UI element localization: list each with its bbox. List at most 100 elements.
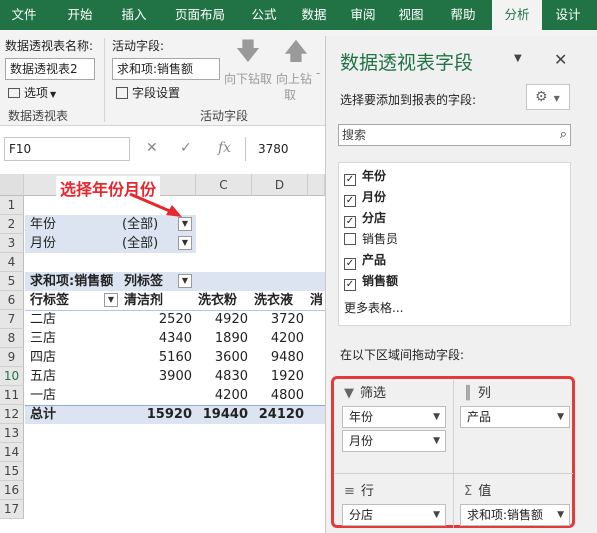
checkbox-checked-icon[interactable]: ✓ bbox=[344, 216, 356, 228]
formula-value[interactable]: 3780 bbox=[258, 142, 289, 156]
tab-file[interactable]: 文件 bbox=[0, 0, 48, 30]
filter-month-dropdown[interactable]: ▼ bbox=[178, 236, 192, 250]
select-all-corner[interactable] bbox=[0, 174, 24, 196]
drill-up-button[interactable]: 🡅 bbox=[276, 38, 316, 64]
table-cell: 4800 bbox=[270, 388, 304, 403]
row-header[interactable]: 16 bbox=[0, 481, 24, 500]
pivot-name-label: 数据透视表名称: bbox=[5, 39, 94, 53]
field-search-input[interactable]: 搜索 ⌕ bbox=[338, 124, 571, 146]
row-header[interactable]: 11 bbox=[0, 386, 24, 405]
row-header[interactable]: 14 bbox=[0, 443, 24, 462]
table-cell: 3720 bbox=[270, 312, 304, 327]
annotation-label: 选择年份月份 bbox=[56, 176, 161, 200]
col-header-e[interactable] bbox=[308, 174, 325, 196]
value-chip-sum-sales[interactable]: 求和项:销售额 ▼ bbox=[460, 504, 570, 526]
pane-options-icon[interactable]: ▼ bbox=[514, 53, 522, 64]
tab-formulas[interactable]: 公式 bbox=[242, 0, 286, 30]
table-cell: 2520 bbox=[158, 312, 192, 327]
product-header: 消 bbox=[310, 293, 324, 308]
filter-chip-year[interactable]: 年份 ▼ bbox=[342, 406, 446, 428]
row-header[interactable]: 3 bbox=[0, 234, 24, 253]
enter-icon[interactable]: ✓ bbox=[180, 140, 192, 156]
chevron-down-icon[interactable]: ▼ bbox=[433, 431, 440, 451]
row-labels-dropdown[interactable]: ▼ bbox=[104, 293, 118, 307]
field-settings-label: 字段设置 bbox=[132, 86, 181, 100]
row-chip-store[interactable]: 分店 ▼ bbox=[342, 504, 446, 526]
column-chip-product[interactable]: 产品 ▼ bbox=[460, 406, 570, 428]
field-item-sales[interactable]: ✓ 销售额 bbox=[344, 272, 399, 291]
filter-year-dropdown[interactable]: ▼ bbox=[178, 217, 192, 231]
tab-insert[interactable]: 插入 bbox=[112, 0, 156, 30]
rows-icon: ≡ bbox=[344, 484, 355, 499]
checkbox-checked-icon[interactable]: ✓ bbox=[344, 279, 356, 291]
field-label: 年份 bbox=[362, 169, 387, 183]
column-labels-dropdown[interactable]: ▼ bbox=[178, 274, 192, 288]
row-header[interactable]: 5 bbox=[0, 272, 24, 291]
tab-view[interactable]: 视图 bbox=[390, 0, 432, 30]
row-header[interactable]: 13 bbox=[0, 424, 24, 443]
chevron-down-icon[interactable]: ▼ bbox=[557, 407, 564, 427]
field-item-store[interactable]: ✓ 分店 bbox=[344, 209, 386, 228]
col-header-c[interactable]: C bbox=[196, 174, 252, 196]
sum-field-label: 求和项:销售额 bbox=[30, 274, 114, 289]
cancel-icon[interactable]: ✕ bbox=[146, 140, 158, 156]
row-header[interactable]: 8 bbox=[0, 329, 24, 348]
chip-label: 分店 bbox=[349, 508, 374, 522]
close-icon[interactable]: ✕ bbox=[554, 50, 567, 69]
field-settings-button[interactable]: 字段设置 bbox=[116, 84, 180, 101]
tab-data[interactable]: 数据 bbox=[292, 0, 336, 30]
active-field-input[interactable]: 求和项:销售额 bbox=[112, 58, 220, 80]
row-header-active[interactable]: 10 bbox=[0, 367, 24, 386]
values-zone-header: Σ值 bbox=[464, 480, 491, 499]
pivot-field-pane: 数据透视表字段 ▼ ✕ 选择要添加到报表的字段: ⚙ ▼ 搜索 ⌕ ✓ 年份 ✓ 月份… bbox=[325, 36, 597, 533]
chip-label: 产品 bbox=[467, 410, 492, 424]
column-labels-header: 列标签 bbox=[124, 274, 164, 289]
field-item-salesperson[interactable]: 销售员 bbox=[344, 230, 398, 248]
options-button[interactable]: 选项 ▼ bbox=[8, 84, 56, 101]
row-header[interactable]: 15 bbox=[0, 462, 24, 481]
chip-label: 月份 bbox=[349, 434, 374, 448]
pivot-name-input[interactable]: 数据透视表2 bbox=[5, 58, 95, 80]
row-header[interactable]: 12 bbox=[0, 405, 24, 424]
chevron-down-icon: ▼ bbox=[553, 94, 560, 103]
filter-month-label: 月份 bbox=[30, 236, 57, 251]
field-item-month[interactable]: ✓ 月份 bbox=[344, 188, 386, 207]
row-header[interactable]: 7 bbox=[0, 310, 24, 329]
chevron-down-icon[interactable]: ▼ bbox=[433, 407, 440, 427]
field-label: 销售额 bbox=[362, 274, 399, 288]
tab-design[interactable]: 设计 bbox=[546, 0, 590, 30]
table-cell: 4830 bbox=[214, 369, 248, 384]
field-item-year[interactable]: ✓ 年份 bbox=[344, 167, 387, 186]
chevron-down-icon[interactable]: ▼ bbox=[557, 505, 564, 525]
drill-down-button[interactable]: 🡇 bbox=[228, 38, 268, 64]
collapse-button[interactable]: - bbox=[316, 66, 320, 80]
row-header[interactable]: 2 bbox=[0, 215, 24, 234]
row-header[interactable]: 17 bbox=[0, 500, 24, 519]
more-tables-link[interactable]: 更多表格... bbox=[344, 299, 403, 316]
checkbox-checked-icon[interactable]: ✓ bbox=[344, 195, 356, 207]
field-label: 销售员 bbox=[362, 232, 399, 246]
tab-review[interactable]: 审阅 bbox=[342, 0, 384, 30]
row-header[interactable]: 6 bbox=[0, 291, 24, 310]
row-header[interactable]: 1 bbox=[0, 196, 24, 215]
checkbox-checked-icon[interactable]: ✓ bbox=[344, 174, 356, 186]
tab-analyze[interactable]: 分析 bbox=[492, 0, 542, 30]
row-header[interactable]: 4 bbox=[0, 253, 24, 272]
tab-home[interactable]: 开始 bbox=[56, 0, 104, 30]
tab-page-layout[interactable]: 页面布局 bbox=[164, 0, 236, 30]
row-header[interactable]: 9 bbox=[0, 348, 24, 367]
tab-help[interactable]: 帮助 bbox=[440, 0, 486, 30]
sheet-grid[interactable]: B C D 1 2 3 4 5 6 7 8 9 10 11 12 13 14 1… bbox=[0, 174, 325, 533]
table-cell: 3900 bbox=[158, 369, 192, 384]
col-header-d[interactable]: D bbox=[252, 174, 308, 196]
group-pivottable-label: 数据透视表 bbox=[8, 109, 69, 123]
group-active-field-label: 活动字段 bbox=[200, 109, 249, 123]
chevron-down-icon[interactable]: ▼ bbox=[433, 505, 440, 525]
fx-icon[interactable]: fx bbox=[218, 140, 231, 156]
pane-settings-button[interactable]: ⚙ ▼ bbox=[526, 84, 570, 110]
checkbox-unchecked-icon[interactable] bbox=[344, 233, 356, 245]
filter-chip-month[interactable]: 月份 ▼ bbox=[342, 430, 446, 452]
checkbox-checked-icon[interactable]: ✓ bbox=[344, 258, 356, 270]
field-item-product[interactable]: ✓ 产品 bbox=[344, 251, 386, 270]
name-box[interactable]: F10 bbox=[4, 137, 130, 161]
